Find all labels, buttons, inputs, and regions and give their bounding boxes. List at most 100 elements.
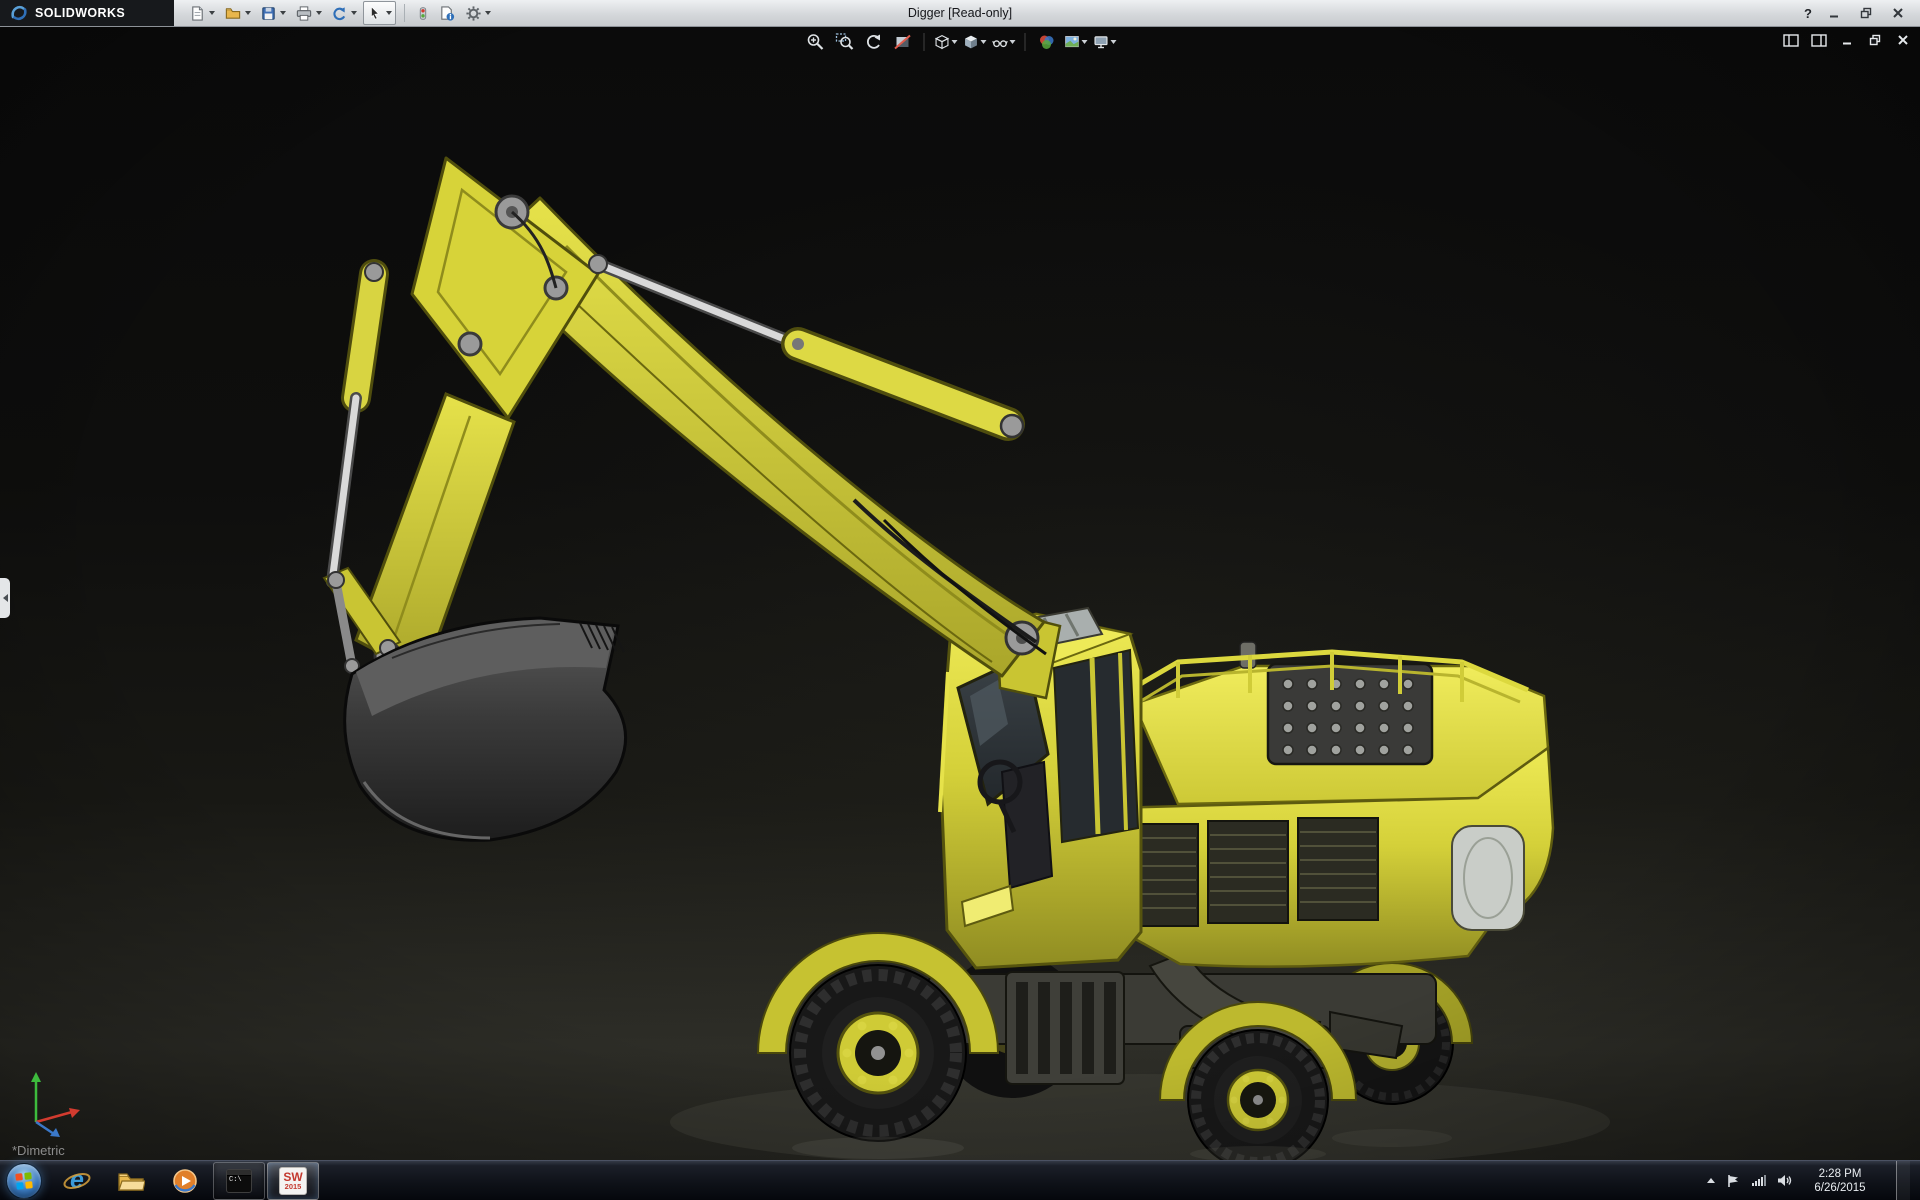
dropdown-arrow[interactable] bbox=[209, 11, 215, 15]
dropdown-arrow[interactable] bbox=[280, 11, 286, 15]
zoom-to-area-icon bbox=[835, 32, 855, 52]
close-button[interactable] bbox=[1888, 4, 1908, 22]
taskbar-media-player[interactable] bbox=[159, 1162, 211, 1200]
radiator-block[interactable] bbox=[1268, 664, 1432, 764]
options-gear-icon bbox=[465, 5, 482, 22]
display-style-button[interactable] bbox=[963, 30, 987, 54]
view-orientation-label: *Dimetric bbox=[12, 1143, 65, 1158]
save-floppy-icon bbox=[260, 5, 277, 22]
dropdown-arrow[interactable] bbox=[386, 11, 392, 15]
file-properties-button[interactable] bbox=[436, 2, 459, 24]
open-button[interactable] bbox=[221, 2, 254, 24]
hide-show-glasses-icon bbox=[992, 32, 1009, 52]
document-window-controls bbox=[1782, 32, 1912, 48]
dropdown-arrow[interactable] bbox=[1082, 40, 1088, 44]
step-ladder[interactable] bbox=[1006, 972, 1124, 1084]
taskbar-solidworks[interactable]: SW 2015 bbox=[267, 1162, 319, 1200]
solidworks-window: SOLIDWORKS bbox=[0, 0, 1920, 1200]
volume-icon[interactable] bbox=[1777, 1174, 1792, 1187]
dropdown-arrow[interactable] bbox=[485, 11, 491, 15]
undo-icon bbox=[331, 5, 348, 22]
previous-view-button[interactable] bbox=[862, 30, 886, 54]
start-button[interactable] bbox=[6, 1163, 42, 1199]
ie-orbit-ring bbox=[62, 1172, 92, 1190]
show-hidden-icons-button[interactable] bbox=[1707, 1178, 1715, 1183]
doc-minimize-button[interactable] bbox=[1838, 32, 1856, 48]
action-center-flag-icon[interactable] bbox=[1726, 1174, 1740, 1188]
clock[interactable]: 2:28 PM 6/26/2015 bbox=[1803, 1167, 1877, 1195]
toolbar-separator bbox=[924, 33, 925, 51]
toolbar-separator bbox=[1025, 33, 1026, 51]
taskbar-command-prompt[interactable]: C:\ bbox=[213, 1162, 265, 1200]
pane-split-left-icon bbox=[1783, 34, 1799, 47]
clock-time: 2:28 PM bbox=[1803, 1167, 1877, 1181]
dropdown-arrow[interactable] bbox=[981, 40, 987, 44]
options-button[interactable] bbox=[462, 2, 494, 24]
new-document-icon bbox=[189, 5, 206, 22]
chevron-left-icon bbox=[3, 594, 8, 602]
taskbar-internet-explorer[interactable]: e bbox=[51, 1162, 103, 1200]
section-view-button[interactable] bbox=[891, 30, 915, 54]
engine-housing[interactable] bbox=[1112, 642, 1553, 967]
doc-close-button[interactable] bbox=[1894, 32, 1912, 48]
windows-flag-icon bbox=[15, 1172, 32, 1189]
network-icon[interactable] bbox=[1751, 1174, 1766, 1187]
wheel-rear-left[interactable] bbox=[1188, 1030, 1328, 1160]
doc-minimize-icon bbox=[1841, 34, 1853, 46]
view-settings-button[interactable] bbox=[1093, 30, 1117, 54]
help-button[interactable]: ? bbox=[1804, 6, 1812, 21]
solidworks-logo: SOLIDWORKS bbox=[0, 0, 174, 26]
section-view-icon bbox=[893, 32, 913, 52]
view-orientation-button[interactable] bbox=[934, 30, 958, 54]
print-button[interactable] bbox=[292, 2, 325, 24]
select-button[interactable] bbox=[363, 1, 396, 25]
dassault-3ds-icon bbox=[9, 3, 29, 23]
dropdown-arrow[interactable] bbox=[316, 11, 322, 15]
media-player-icon bbox=[172, 1168, 198, 1194]
taskbar: e C:\ bbox=[0, 1160, 1920, 1200]
minimize-button[interactable] bbox=[1824, 4, 1844, 22]
folder-icon bbox=[117, 1170, 145, 1192]
rebuild-stoplight-icon bbox=[416, 5, 430, 22]
show-desktop-button[interactable] bbox=[1896, 1161, 1910, 1200]
internet-explorer-icon: e bbox=[62, 1166, 92, 1196]
rear-access-panel[interactable] bbox=[1452, 826, 1524, 930]
dropdown-arrow[interactable] bbox=[245, 11, 251, 15]
system-tray: 2:28 PM 6/26/2015 bbox=[1707, 1161, 1910, 1200]
brand-text: SOLIDWORKS bbox=[35, 6, 125, 20]
command-prompt-icon: C:\ bbox=[226, 1169, 252, 1193]
pane-split-left-button[interactable] bbox=[1782, 32, 1800, 48]
new-document-button[interactable] bbox=[186, 2, 218, 24]
view-orientation-cube-icon bbox=[934, 32, 951, 52]
featuremanager-collapsed-tab[interactable] bbox=[0, 578, 10, 618]
restore-button[interactable] bbox=[1856, 4, 1876, 22]
select-cursor-icon bbox=[367, 5, 383, 21]
reference-triad bbox=[14, 1066, 86, 1138]
edit-appearance-button[interactable] bbox=[1035, 30, 1059, 54]
view-settings-icon bbox=[1093, 32, 1110, 52]
pane-split-right-button[interactable] bbox=[1810, 32, 1828, 48]
rebuild-button[interactable] bbox=[413, 2, 433, 24]
dropdown-arrow[interactable] bbox=[351, 11, 357, 15]
pane-split-right-icon bbox=[1811, 34, 1827, 47]
standard-toolbar bbox=[186, 1, 494, 25]
save-button[interactable] bbox=[257, 2, 289, 24]
file-properties-icon bbox=[439, 5, 456, 22]
doc-restore-button[interactable] bbox=[1866, 32, 1884, 48]
dropdown-arrow[interactable] bbox=[1010, 40, 1016, 44]
zoom-to-fit-button[interactable] bbox=[804, 30, 828, 54]
undo-button[interactable] bbox=[328, 2, 360, 24]
wheel-front-left[interactable] bbox=[790, 965, 966, 1141]
doc-restore-icon bbox=[1869, 34, 1881, 46]
graphics-area[interactable]: *Dimetric bbox=[0, 26, 1920, 1160]
edit-appearance-icon bbox=[1037, 32, 1057, 52]
model-canvas[interactable] bbox=[0, 26, 1920, 1160]
zoom-to-area-button[interactable] bbox=[833, 30, 857, 54]
taskbar-file-explorer[interactable] bbox=[105, 1162, 157, 1200]
hide-show-items-button[interactable] bbox=[992, 30, 1016, 54]
dropdown-arrow[interactable] bbox=[1111, 40, 1117, 44]
clock-date: 6/26/2015 bbox=[1803, 1181, 1877, 1195]
apply-scene-button[interactable] bbox=[1064, 30, 1088, 54]
excavator-model[interactable] bbox=[324, 158, 1610, 1160]
dropdown-arrow[interactable] bbox=[952, 40, 958, 44]
